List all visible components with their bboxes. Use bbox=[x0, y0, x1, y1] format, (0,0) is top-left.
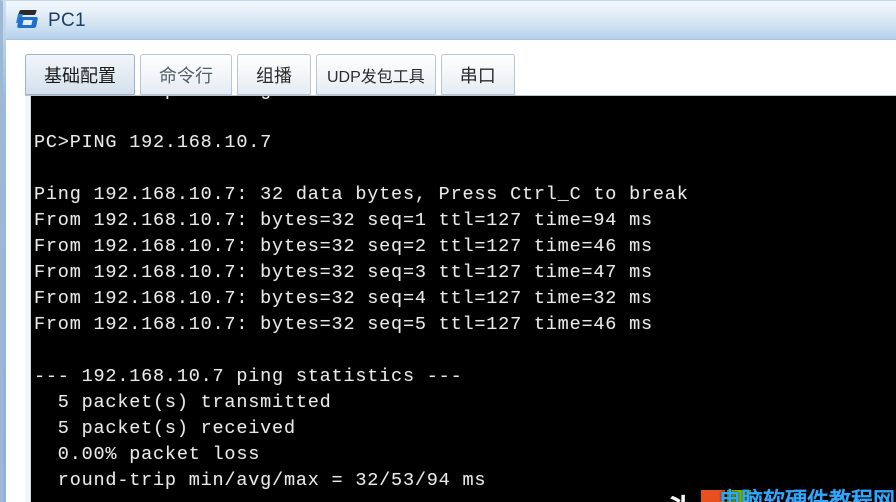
tab-command-line[interactable]: 命令行 bbox=[140, 54, 232, 95]
terminal-line: 5 packet(s) received bbox=[34, 418, 296, 439]
terminal-line: Ping 192.168.10.7: 32 data bytes, Press … bbox=[34, 184, 689, 205]
terminal-line: From 192.168.10.7: bytes=32 seq=3 ttl=12… bbox=[34, 262, 653, 283]
terminal-line: 5 packet(s) transmitted bbox=[34, 392, 332, 413]
tab-udp-packet-tool-label: UDP发包工具 bbox=[327, 68, 425, 86]
pc-device-icon bbox=[16, 8, 42, 32]
tab-serial-port[interactable]: 串口 bbox=[440, 54, 515, 95]
terminal-line: round-trip min/avg/max = 9/9/9 ms bbox=[34, 96, 896, 104]
tab-multicast[interactable]: 组播 bbox=[237, 54, 311, 95]
tab-multicast-label: 组播 bbox=[256, 65, 292, 86]
terminal-line: From 192.168.10.7: bytes=32 seq=4 ttl=12… bbox=[34, 288, 653, 309]
terminal-output[interactable]: round-trip min/avg/max = 9/9/9 ms PC>PIN… bbox=[31, 96, 896, 502]
pc1-window: PC1 基础配置 命令行 组播 UDP发包工具 串口 PC>PING 192.1… bbox=[0, 0, 896, 502]
terminal-line-list: round-trip min/avg/max = 9/9/9 ms PC>PIN… bbox=[31, 96, 896, 494]
terminal-line: From 192.168.10.7: bytes=32 seq=2 ttl=12… bbox=[34, 236, 653, 257]
window-frame: PC1 基础配置 命令行 组播 UDP发包工具 串口 PC>PING 192.1… bbox=[0, 0, 896, 502]
terminal-line: round-trip min/avg/max = 32/53/94 ms bbox=[34, 470, 487, 491]
terminal-line: From 192.168.10.7: bytes=32 seq=5 ttl=12… bbox=[34, 314, 653, 335]
tab-serial-port-label: 串口 bbox=[459, 65, 496, 86]
tab-udp-packet-tool[interactable]: UDP发包工具 bbox=[316, 54, 436, 95]
terminal-line: PC>PING 192.168.10.7 bbox=[34, 132, 273, 153]
window-title: PC1 bbox=[48, 9, 86, 31]
terminal-panel: round-trip min/avg/max = 9/9/9 ms PC>PIN… bbox=[25, 95, 896, 502]
tab-basic-config-label: 基础配置 bbox=[44, 65, 116, 86]
tab-basic-config[interactable]: 基础配置 bbox=[25, 54, 135, 95]
tabstrip: 基础配置 命令行 组播 UDP发包工具 串口 bbox=[25, 54, 520, 95]
terminal-line: 0.00% packet loss bbox=[34, 444, 261, 465]
titlebar: PC1 bbox=[6, 1, 896, 40]
content-panel: 基础配置 命令行 组播 UDP发包工具 串口 PC>PING 192.168.1… bbox=[6, 40, 896, 502]
terminal-line: --- 192.168.10.7 ping statistics --- bbox=[34, 366, 463, 387]
tab-command-line-label: 命令行 bbox=[159, 65, 213, 86]
toutiao-logo-icon: 头 bbox=[665, 495, 697, 502]
terminal-line: From 192.168.10.7: bytes=32 seq=1 ttl=12… bbox=[34, 210, 653, 231]
